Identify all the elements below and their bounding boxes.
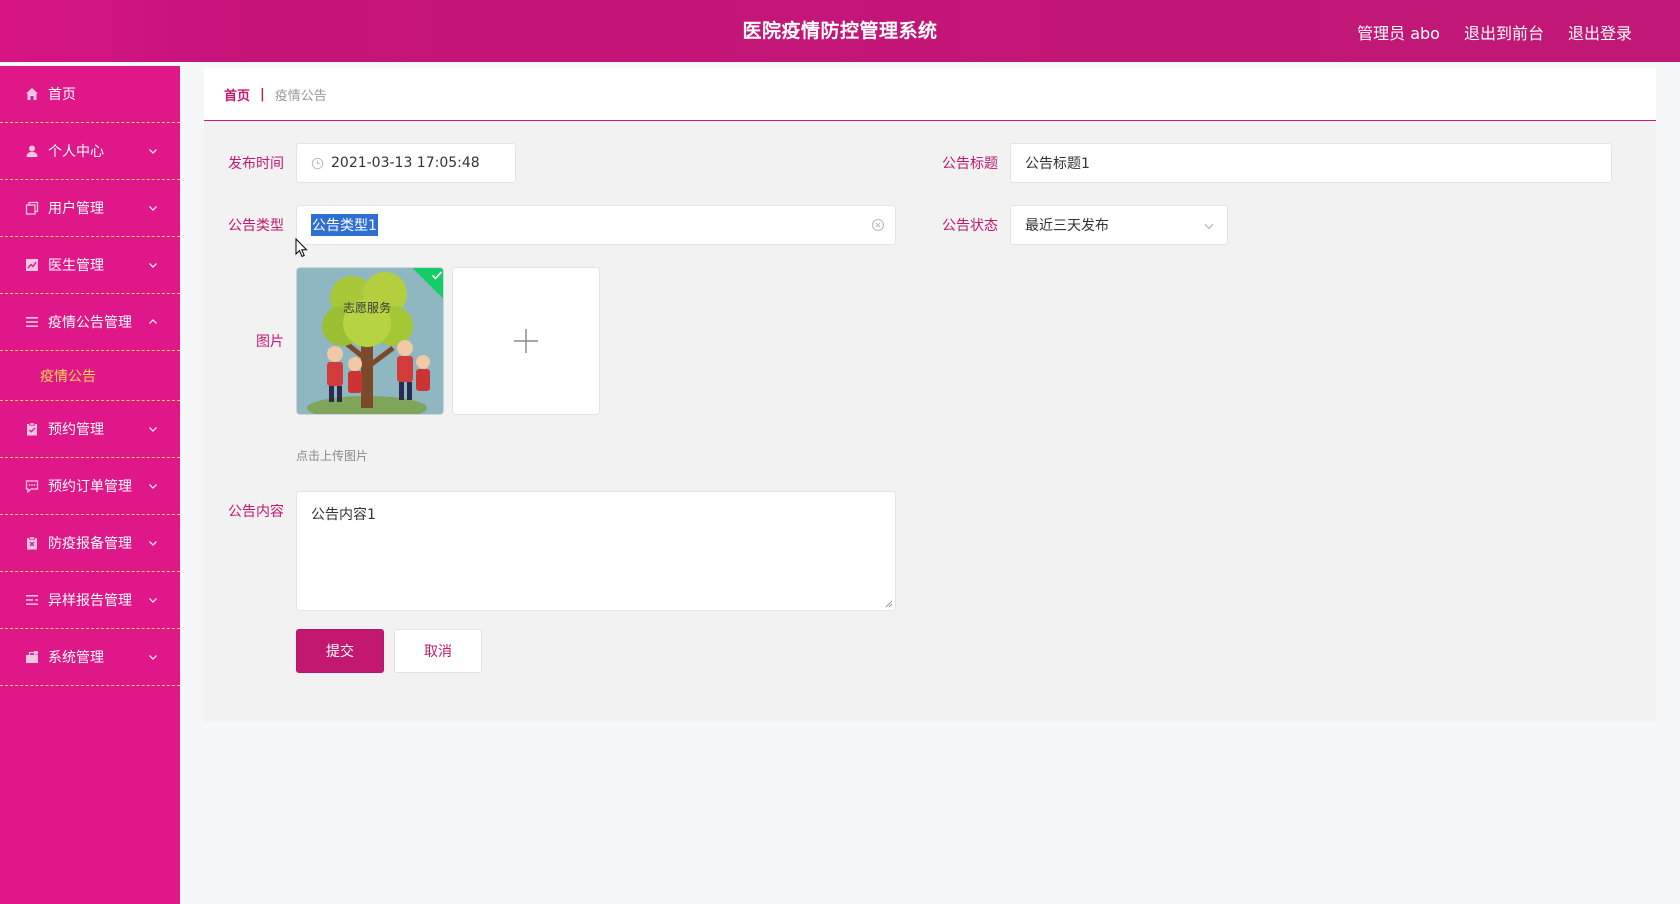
breadcrumb-current: 疫情公告 <box>274 88 327 104</box>
notice-title-input[interactable]: 公告标题1 <box>1010 143 1612 183</box>
notice-type-label: 公告类型 <box>228 218 284 234</box>
notice-title-value: 公告标题1 <box>1025 156 1090 172</box>
copy-icon <box>24 200 40 216</box>
clear-icon[interactable] <box>871 218 885 232</box>
sidebar-item-system-management[interactable]: 系统管理 <box>0 629 180 686</box>
sidebar-item-personal-center[interactable]: 个人中心 <box>0 123 180 180</box>
volunteer-tree-image: 志愿服务 <box>297 268 443 414</box>
sidebar-item-user-management[interactable]: 用户管理 <box>0 180 180 237</box>
header-actions: 管理员 abo 退出到前台 退出登录 <box>1357 20 1632 44</box>
notice-status-value: 最近三天发布 <box>1025 218 1109 234</box>
sidebar-item-home[interactable]: 首页 <box>0 66 180 123</box>
sidebar-item-label: 预约管理 <box>48 422 104 438</box>
image-label: 图片 <box>256 334 284 350</box>
publish-time-input[interactable]: 2021-03-13 17:05:48 <box>296 143 516 183</box>
sidebar-item-label: 个人中心 <box>48 144 104 160</box>
uploaded-image-thumbnail[interactable]: 志愿服务 <box>296 267 444 415</box>
exit-to-frontend-link[interactable]: 退出到前台 <box>1464 20 1544 44</box>
cancel-button[interactable]: 取消 <box>394 629 482 673</box>
notice-form: 发布时间 2021-03-13 17:05:48 公告标题 公告标题1 公告类型… <box>204 121 1656 721</box>
sidebar-item-doctor-management[interactable]: 医生管理 <box>0 237 180 294</box>
chevron-down-icon <box>149 206 157 211</box>
sidebar-item-label: 用户管理 <box>48 201 104 217</box>
breadcrumb-home[interactable]: 首页 <box>224 85 250 104</box>
chevron-down-icon <box>149 427 157 432</box>
sidebar: 首页 个人中心 用户管理 医生管理 疫情公告管理 疫情公告 预约管理 预约订单管… <box>0 66 180 904</box>
user-icon <box>24 143 40 159</box>
chevron-up-icon <box>149 319 157 324</box>
clipboard-x-icon <box>24 535 40 551</box>
sidebar-subitem-epidemic-notice[interactable]: 疫情公告 <box>0 351 180 401</box>
chevron-down-icon <box>149 484 157 489</box>
notice-type-value: 公告类型1 <box>311 214 378 236</box>
notice-status-label: 公告状态 <box>942 218 998 234</box>
clock-icon <box>311 157 324 169</box>
notice-title-label: 公告标题 <box>942 156 998 172</box>
submit-button[interactable]: 提交 <box>296 629 384 673</box>
chevron-down-icon <box>1204 223 1214 230</box>
notice-content-label: 公告内容 <box>228 504 284 520</box>
publish-time-value: 2021-03-13 17:05:48 <box>331 155 480 171</box>
admin-user[interactable]: 管理员 abo <box>1357 20 1440 44</box>
add-image-button[interactable] <box>452 267 600 415</box>
sidebar-item-appointment-order-management[interactable]: 预约订单管理 <box>0 458 180 515</box>
breadcrumb: 首页 | 疫情公告 <box>204 68 1656 121</box>
sidebar-item-appointment-management[interactable]: 预约管理 <box>0 401 180 458</box>
top-header: 医院疫情防控管理系统 管理员 abo 退出到前台 退出登录 <box>0 0 1680 62</box>
briefcase-icon <box>24 649 40 665</box>
main-content: 首页 | 疫情公告 发布时间 2021-03-13 17:05:48 公告标题 … <box>204 68 1656 721</box>
chevron-down-icon <box>149 149 157 154</box>
resize-handle-icon[interactable] <box>885 600 893 608</box>
chevron-down-icon <box>149 541 157 546</box>
breadcrumb-separator: | <box>260 86 265 102</box>
sidebar-item-label: 异样报告管理 <box>48 593 132 609</box>
notice-content-textarea[interactable]: 公告内容1 <box>296 491 896 611</box>
notice-content-value: 公告内容1 <box>311 507 376 523</box>
sidebar-item-label: 医生管理 <box>48 258 104 274</box>
sidebar-item-label: 防疫报备管理 <box>48 536 132 552</box>
clipboard-icon <box>24 421 40 437</box>
sidebar-item-prevention-report-management[interactable]: 防疫报备管理 <box>0 515 180 572</box>
chevron-down-icon <box>149 263 157 268</box>
home-icon <box>24 86 40 102</box>
list-icon <box>24 314 40 330</box>
sidebar-item-anomaly-report-management[interactable]: 异样报告管理 <box>0 572 180 629</box>
list-alt-icon <box>24 592 40 608</box>
thumbnail-caption: 志愿服务 <box>343 300 391 315</box>
chevron-down-icon <box>149 655 157 660</box>
sidebar-item-label: 预约订单管理 <box>48 479 132 495</box>
publish-time-label: 发布时间 <box>228 156 284 172</box>
check-icon <box>431 271 443 280</box>
upload-hint: 点击上传图片 <box>296 449 369 463</box>
sidebar-item-label: 首页 <box>48 87 76 103</box>
logout-link[interactable]: 退出登录 <box>1568 20 1632 44</box>
notice-status-select[interactable]: 最近三天发布 <box>1010 205 1228 245</box>
sidebar-item-label: 疫情公告管理 <box>48 315 132 331</box>
chat-icon <box>24 478 40 494</box>
chevron-down-icon <box>149 598 157 603</box>
sidebar-item-epidemic-notice-management[interactable]: 疫情公告管理 <box>0 294 180 351</box>
sidebar-item-label: 系统管理 <box>48 650 104 666</box>
plus-icon <box>514 329 538 353</box>
chart-icon <box>24 257 40 273</box>
notice-type-input[interactable]: 公告类型1 <box>296 205 896 245</box>
